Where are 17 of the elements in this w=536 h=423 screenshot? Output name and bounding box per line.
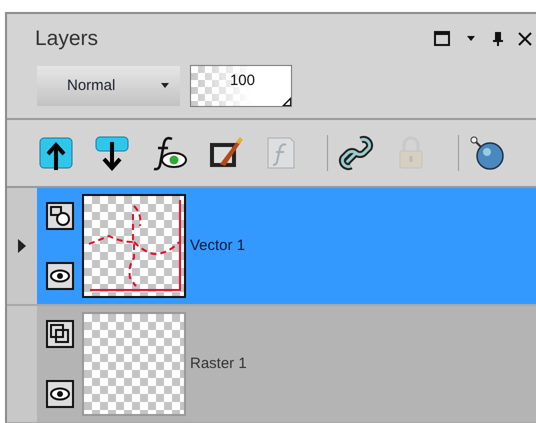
close-icon[interactable]: [518, 32, 532, 46]
chain-link-button[interactable]: [337, 133, 375, 173]
current-layer-icon: [18, 239, 26, 253]
layer-name: Vector 1: [190, 236, 246, 256]
caret-icon: [160, 83, 170, 89]
visibility-toggle[interactable]: [46, 380, 74, 408]
resize-grip-icon[interactable]: [282, 97, 291, 106]
layer-row[interactable]: Raster 1: [37, 306, 536, 422]
visibility-toggle[interactable]: [46, 262, 74, 290]
layer-name: Raster 1: [190, 354, 247, 374]
caret-icon[interactable]: [466, 36, 476, 42]
pin-icon[interactable]: [492, 31, 504, 47]
layer-row[interactable]: Vector 1: [37, 188, 536, 304]
panel-title: Layers: [35, 26, 98, 52]
maximize-icon[interactable]: [434, 31, 450, 47]
opacity-field[interactable]: 100: [190, 65, 292, 107]
blend-mode-dropdown[interactable]: Normal: [37, 66, 180, 106]
